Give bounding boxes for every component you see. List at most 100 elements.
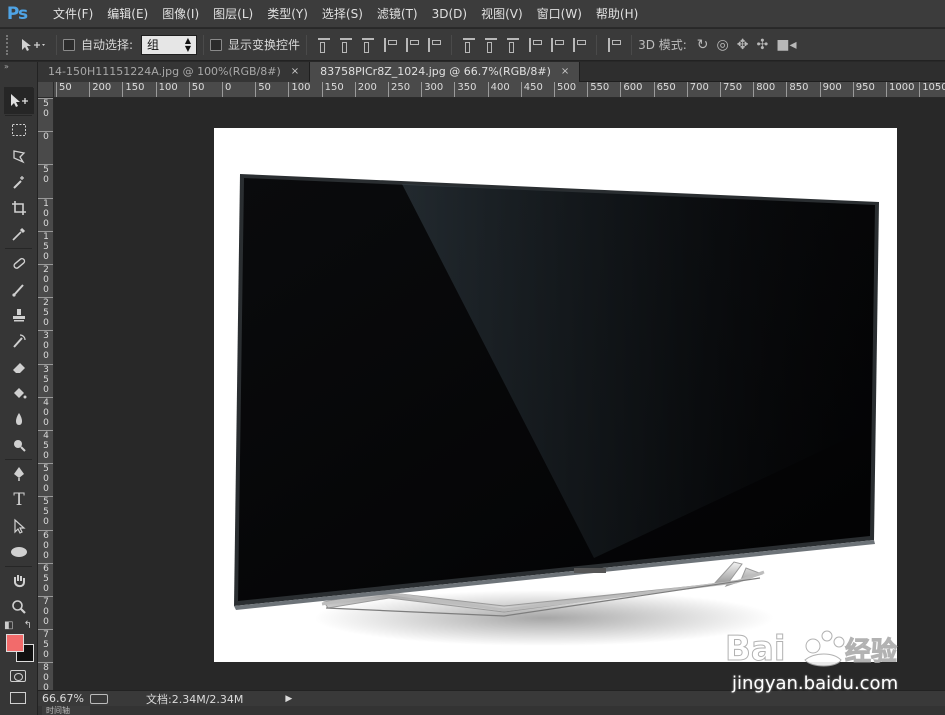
tab-document-1[interactable]: 14-150H11151224A.jpg @ 100%(RGB/8#) × — [38, 62, 311, 82]
close-icon[interactable]: × — [291, 62, 299, 82]
menu-filter[interactable]: 滤镜(T) — [370, 0, 425, 28]
menu-3d[interactable]: 3D(D) — [425, 0, 474, 28]
ruler-tick-label: 100 — [155, 82, 178, 97]
ellipse-tool-icon[interactable] — [4, 539, 34, 565]
dropdown-arrows-icon: ▲ ▼ — [184, 35, 192, 53]
blur-tool-icon[interactable] — [4, 406, 34, 432]
ruler-tick-label: 5 0 0 — [38, 463, 53, 494]
eyedropper-tool-icon[interactable] — [4, 221, 34, 247]
ruler-tick-label: 0 — [38, 131, 53, 142]
canvas-area[interactable] — [54, 98, 945, 690]
menu-window[interactable]: 窗口(W) — [530, 0, 589, 28]
menu-layer[interactable]: 图层(L) — [206, 0, 260, 28]
distribute-left-icon[interactable] — [529, 37, 543, 52]
marquee-tool-icon[interactable] — [4, 117, 34, 143]
3d-mode-label: 3D 模式: — [638, 38, 687, 52]
3d-pan-icon[interactable]: ✥ — [737, 37, 749, 53]
menu-type[interactable]: 类型(Y) — [260, 0, 315, 28]
status-info-icon[interactable] — [90, 693, 108, 704]
3d-rotate-icon[interactable]: ↻ — [697, 37, 709, 53]
3d-roll-icon[interactable]: ◎ — [717, 37, 729, 53]
paint-bucket-tool-icon[interactable] — [4, 380, 34, 406]
healing-brush-tool-icon[interactable] — [4, 250, 34, 276]
ruler-tick-label: 250 — [388, 82, 410, 97]
menu-bar: Ps 文件(F) 编辑(E) 图像(I) 图层(L) 类型(Y) 选择(S) 滤… — [0, 0, 945, 28]
auto-align-icon[interactable] — [608, 37, 622, 52]
distribute-hcenter-icon[interactable] — [551, 37, 565, 52]
type-tool-icon[interactable]: T — [4, 487, 34, 513]
align-left-icon[interactable] — [384, 37, 398, 52]
horizontal-ruler[interactable]: 50 200 150 100 50 0 50 100 150 200 250 300 350 400 450… — [38, 82, 945, 98]
ruler-tick-label: 300 — [421, 82, 443, 97]
ruler-tick-label: 950 — [852, 82, 875, 97]
ruler-tick-label: 700 — [686, 82, 709, 97]
document-canvas[interactable] — [214, 128, 897, 662]
align-right-icon[interactable] — [428, 37, 442, 52]
toolbar-grip[interactable] — [4, 74, 33, 88]
ruler-tick-label: 750 — [720, 82, 742, 97]
vertical-ruler[interactable]: 5 0 0 5 0 1 0 01 5 0 2 0 0 2 5 0 3 0 0 3 5 04 0… — [38, 98, 54, 690]
auto-select-checkbox[interactable] — [63, 38, 75, 51]
ruler-tick-label: 7 0 0 — [38, 596, 53, 627]
timeline-tab[interactable]: 时间轴 — [42, 706, 90, 715]
ruler-tick-label: 5 5 0 — [38, 496, 53, 527]
zoom-tool-icon[interactable] — [4, 594, 34, 620]
tab-document-2[interactable]: 83758PICr8Z_1024.jpg @ 66.7%(RGB/8#) × — [310, 62, 581, 82]
ruler-tick-label: 200 — [89, 82, 111, 97]
move-tool-icon[interactable] — [4, 88, 34, 114]
brush-tool-icon[interactable] — [4, 276, 34, 302]
lasso-tool-icon[interactable] — [4, 143, 34, 169]
ruler-tick-label: 1050 — [919, 82, 945, 97]
ruler-tick-label: 1 5 0 — [38, 230, 53, 262]
quick-mask-icon[interactable] — [10, 670, 26, 682]
zoom-level[interactable]: 66.67% — [38, 692, 88, 705]
eraser-tool-icon[interactable] — [4, 354, 34, 380]
distribute-vcenter-icon[interactable] — [485, 37, 498, 53]
separator — [5, 115, 32, 116]
menu-select[interactable]: 选择(S) — [315, 0, 370, 28]
separator — [5, 459, 32, 460]
auto-select-dropdown[interactable]: 组 ▲ ▼ — [141, 34, 198, 55]
dodge-tool-icon[interactable] — [4, 432, 34, 458]
separator — [203, 34, 205, 55]
align-hcenter-icon[interactable] — [406, 37, 420, 52]
ruler-tick-label: 1 0 0 — [38, 197, 53, 229]
history-brush-tool-icon[interactable] — [4, 328, 34, 354]
magic-wand-tool-icon[interactable] — [4, 169, 34, 195]
tab-label: 83758PICr8Z_1024.jpg @ 66.7%(RGB/8#) — [320, 65, 551, 78]
ruler-tick-label: 1000 — [886, 82, 914, 97]
menu-edit[interactable]: 编辑(E) — [100, 0, 155, 28]
move-tool-preset-icon[interactable] — [16, 38, 50, 52]
3d-slide-icon[interactable]: ✣ — [756, 37, 768, 53]
show-transform-checkbox[interactable] — [210, 38, 223, 51]
align-top-icon[interactable] — [318, 37, 331, 53]
screen-mode-icon[interactable] — [10, 692, 26, 704]
clone-stamp-tool-icon[interactable] — [4, 302, 34, 328]
foreground-color-swatch[interactable] — [6, 634, 24, 652]
menu-file[interactable]: 文件(F) — [46, 0, 100, 28]
ruler-tick-label: 200 — [354, 82, 377, 97]
ruler-tick-label: 5 0 — [38, 164, 53, 185]
path-selection-tool-icon[interactable] — [4, 513, 34, 539]
collapse-icon[interactable]: » — [0, 62, 37, 74]
pen-tool-icon[interactable] — [4, 461, 34, 487]
crop-tool-icon[interactable] — [4, 195, 34, 221]
align-bottom-icon[interactable] — [362, 37, 375, 53]
status-menu-arrow-icon[interactable]: ▶ — [285, 694, 292, 704]
distribute-bottom-icon[interactable] — [507, 37, 520, 53]
watermark-url: jingyan.baidu.com — [732, 673, 899, 694]
menu-view[interactable]: 视图(V) — [474, 0, 530, 28]
3d-scale-icon[interactable]: ■◂ — [776, 37, 796, 53]
ruler-origin[interactable] — [38, 82, 54, 98]
hand-tool-icon[interactable] — [4, 568, 34, 594]
swap-colors-icon[interactable]: ↰ — [24, 620, 32, 631]
align-vcenter-icon[interactable] — [340, 37, 353, 53]
ruler-tick-label: 50 — [56, 82, 72, 97]
menu-help[interactable]: 帮助(H) — [589, 0, 645, 28]
default-colors-icon[interactable]: ◧ — [4, 620, 13, 631]
menu-image[interactable]: 图像(I) — [155, 0, 206, 28]
close-icon[interactable]: × — [561, 62, 569, 82]
distribute-top-icon[interactable] — [463, 37, 476, 53]
distribute-right-icon[interactable] — [573, 37, 587, 52]
ruler-tick-label: 2 0 0 — [38, 264, 53, 295]
